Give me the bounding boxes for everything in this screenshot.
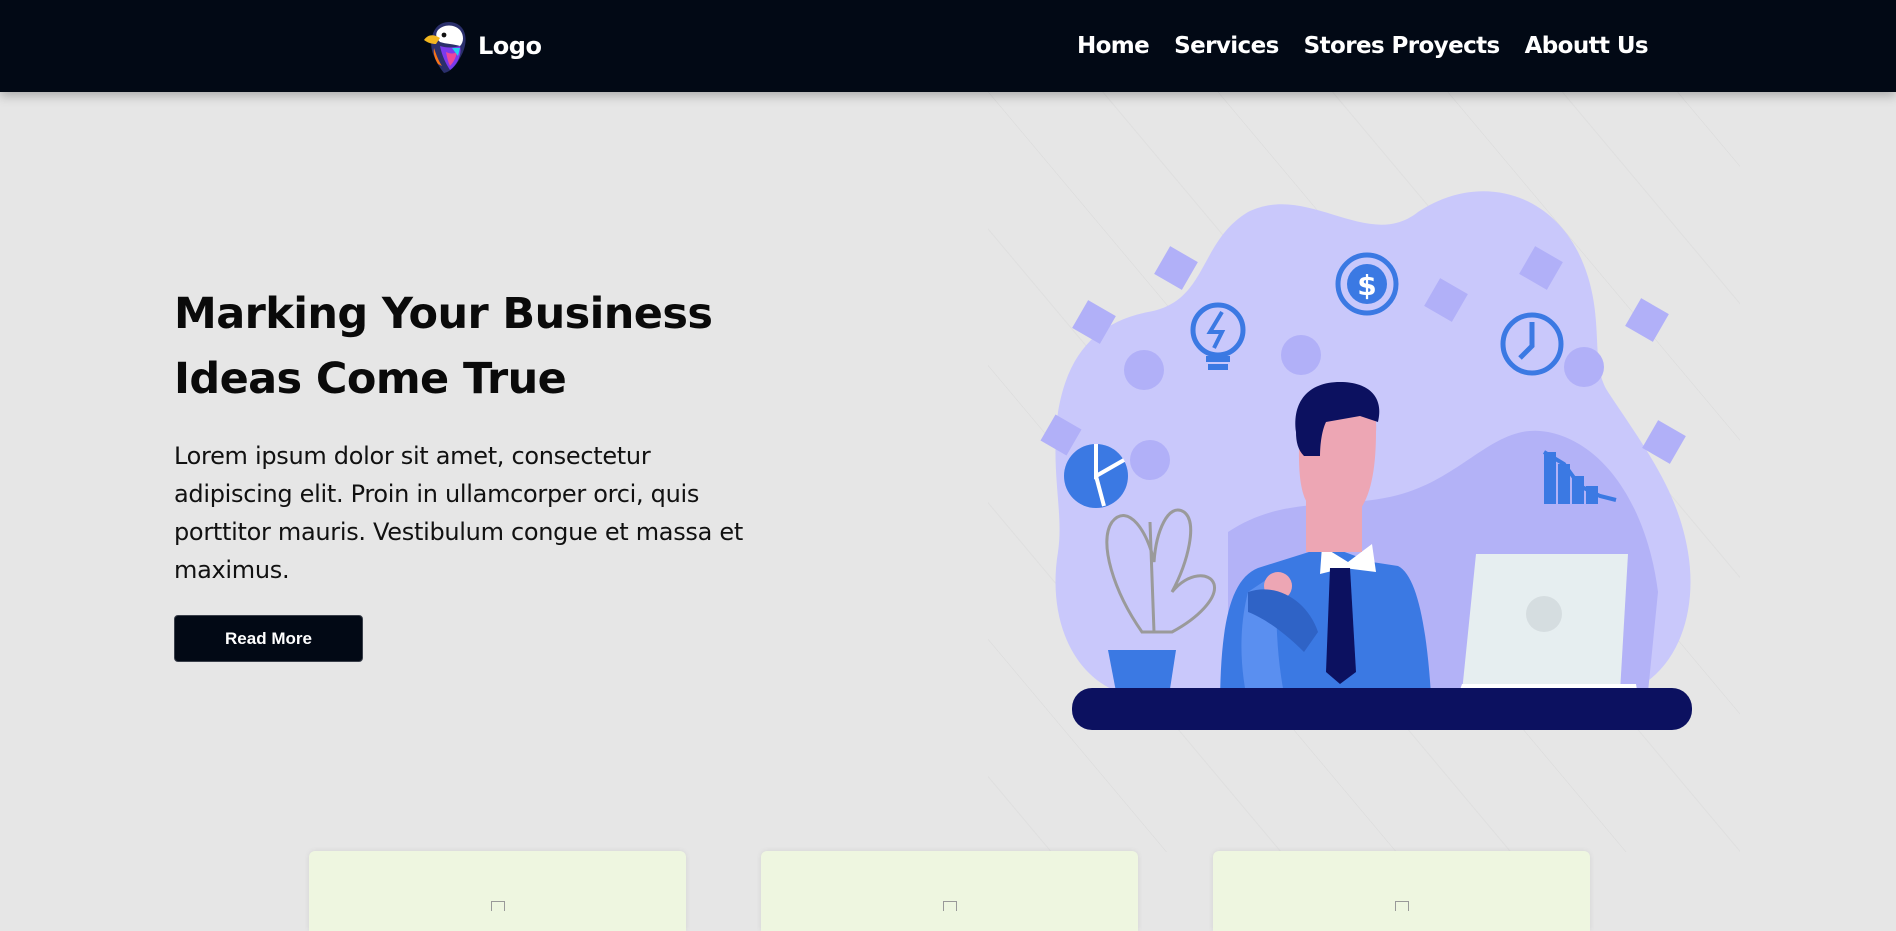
- nav-links: Home Services Stores Proyects Aboutt Us: [1077, 0, 1649, 92]
- broken-image-icon: [490, 901, 505, 911]
- brand-link[interactable]: Logo: [422, 18, 542, 74]
- hero-title-line1: Marking Your Business: [174, 289, 713, 339]
- hero-description: Lorem ipsum dolor sit amet, consectetur …: [174, 442, 743, 584]
- svg-text:$: $: [1357, 269, 1376, 302]
- brand-text: Logo: [478, 32, 542, 60]
- nav-link-about-us[interactable]: Aboutt Us: [1525, 33, 1649, 59]
- read-more-button[interactable]: Read More: [174, 615, 363, 662]
- nav-link-services[interactable]: Services: [1174, 33, 1279, 59]
- broken-image-icon: [942, 901, 957, 911]
- eagle-logo-icon: [424, 22, 466, 73]
- feature-card-2: [761, 851, 1138, 931]
- hero-title-line2: Ideas Come True: [174, 354, 567, 404]
- feature-card-3: [1213, 851, 1590, 931]
- hero-title: Marking Your Business Ideas Come True: [174, 282, 794, 412]
- businessman-at-laptop-illustration: $: [988, 92, 1740, 852]
- nav-link-home[interactable]: Home: [1077, 33, 1150, 59]
- broken-image-icon: [1394, 901, 1409, 911]
- navbar: Logo Home Services Stores Proyects About…: [0, 0, 1896, 92]
- feature-card-1: [309, 851, 686, 931]
- nav-link-stores-proyects[interactable]: Stores Proyects: [1304, 33, 1501, 59]
